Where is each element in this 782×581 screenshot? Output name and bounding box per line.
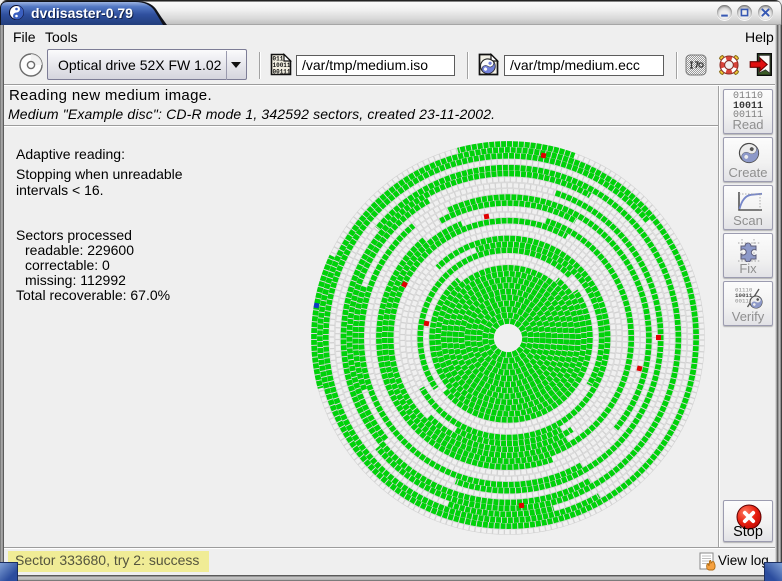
svg-text:00111: 00111 xyxy=(273,69,291,76)
